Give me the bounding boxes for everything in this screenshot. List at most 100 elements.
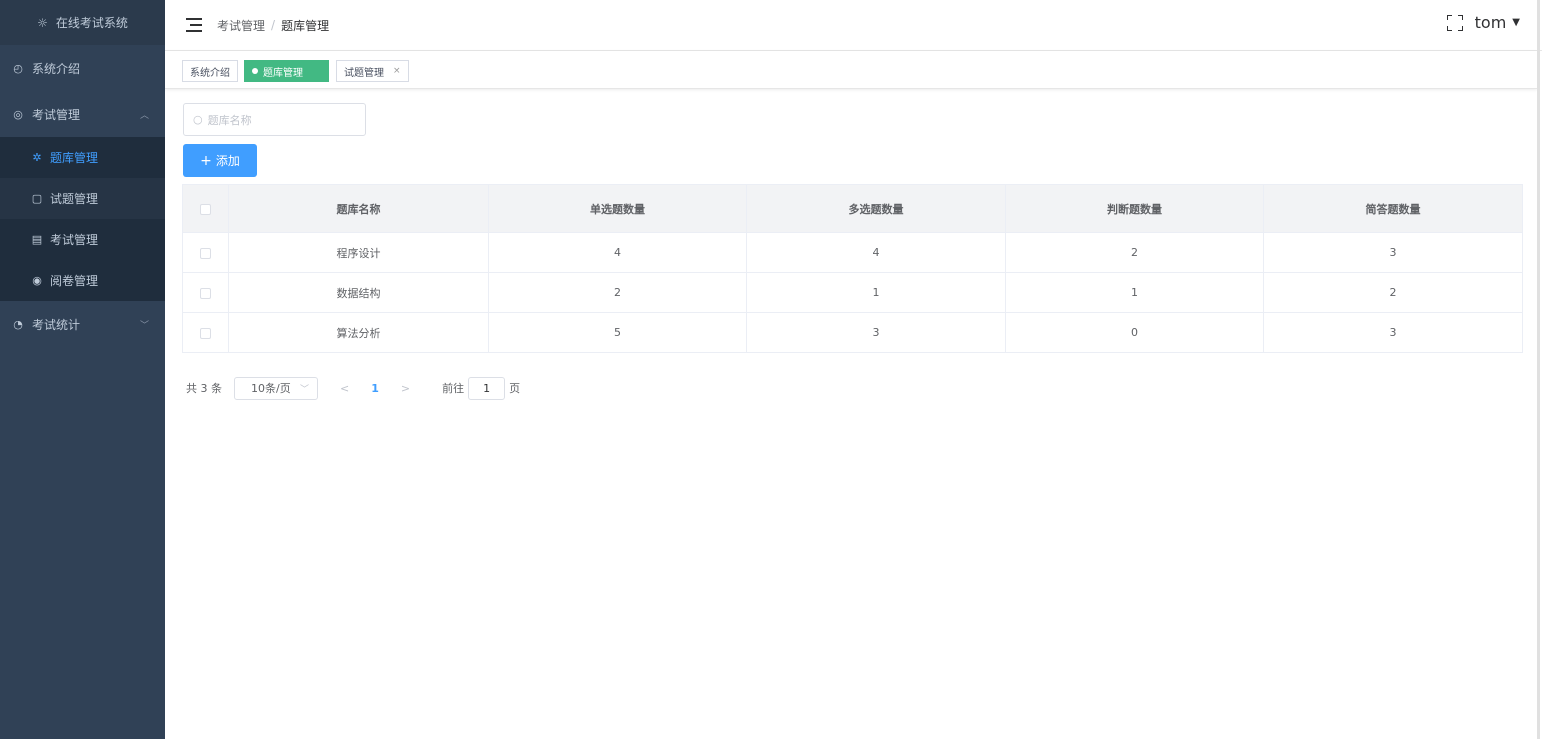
table-cell: 1 [1005,272,1264,313]
search-icon: ○ [193,113,203,126]
tag-question-management[interactable]: 试题管理 × [336,60,409,82]
sidebar-item-label: 系统介绍 [32,61,81,76]
user-menu[interactable]: tom [1475,13,1507,32]
sun-icon: ☼ [37,15,48,30]
tag-label: 题库管理 [263,67,303,79]
app-root: ☼ 在线考试系统 ◴ 系统介绍 ◎ 考试管理 ︿ ✲ 题库管理 ▢ 试题管理 ▤… [0,0,1542,739]
row-select-cell [182,232,229,273]
goto-page-value: 1 [483,381,491,395]
table-cell: 3 [1263,312,1523,353]
tag-system-intro[interactable]: 系统介绍 [182,60,238,82]
tag-label: 试题管理 [344,67,384,79]
sidebar-item-exam-management[interactable]: ◎ 考试管理 ︿ [0,91,165,137]
table-cell: 5 [488,312,747,353]
chevron-up-icon: ︿ [139,110,149,121]
tags-view: 系统介绍 题库管理 试题管理 × [165,51,1537,89]
goto-label: 前往 [442,382,465,395]
hamburger-menu-icon[interactable] [186,18,203,32]
sidebar: ☼ 在线考试系统 ◴ 系统介绍 ◎ 考试管理 ︿ ✲ 题库管理 ▢ 试题管理 ▤… [0,0,165,739]
top-navbar: 考试管理 / 题库管理 tom ▼ [165,0,1542,51]
main-content: ○ 题库名称 + 添加 题库名称 单选题数量 多选题数量 判断题数量 简答题数量 [165,89,1537,739]
breadcrumb-separator: / [271,18,276,32]
page-number-current[interactable]: 1 [371,382,379,395]
table-cell: 4 [746,232,1006,273]
row-checkbox[interactable] [200,247,211,259]
row-checkbox[interactable] [200,287,211,299]
question-bank-table: 题库名称 单选题数量 多选题数量 判断题数量 简答题数量 程序设计 4 4 2 … [182,184,1523,353]
sidebar-subitem-question-bank[interactable]: ✲ 题库管理 [0,137,165,178]
caret-down-icon[interactable]: ▼ [1512,17,1520,28]
breadcrumb: 考试管理 / 题库管理 [217,17,329,34]
sidebar-subitem-label: 考试管理 [50,233,99,247]
table-cell: 2 [1263,272,1523,313]
add-button[interactable]: + 添加 [183,144,257,177]
table-header-row: 题库名称 单选题数量 多选题数量 判断题数量 简答题数量 [182,184,1523,233]
header-right: tom ▼ [1446,13,1520,32]
row-select-cell [182,312,229,353]
table-cell: 2 [488,272,747,313]
select-all-checkbox[interactable] [200,203,211,215]
table-cell: 0 [1005,312,1264,353]
chevron-down-icon: ﹀ [299,384,309,395]
next-page-button[interactable]: > [401,382,410,395]
table-row[interactable]: 算法分析 5 3 0 3 [182,312,1523,353]
table-cell: 算法分析 [228,312,489,353]
fullscreen-icon[interactable] [1446,14,1464,32]
tablet-icon: ◎ [13,107,23,121]
sidebar-subitem-question-management[interactable]: ▢ 试题管理 [0,178,165,219]
sidebar-item-label: 考试统计 [32,317,81,332]
add-button-label: 添加 [215,154,240,168]
column-header: 单选题数量 [488,184,747,233]
system-title: 在线考试系统 [55,16,128,30]
breadcrumb-item[interactable]: 考试管理 [217,17,265,34]
breadcrumb-current: 题库管理 [281,18,330,33]
tag-question-bank[interactable]: 题库管理 [244,60,329,82]
document-icon: ▤ [31,233,43,246]
sidebar-subitem-exam-management[interactable]: ▤ 考试管理 [0,219,165,260]
exam-submenu: ✲ 题库管理 ▢ 试题管理 ▤ 考试管理 ◉ 阅卷管理 [0,137,165,301]
page-size-select[interactable]: 10条/页 ﹀ [234,376,318,400]
table-cell: 1 [746,272,1006,313]
goto-unit: 页 [509,382,521,395]
pagination: 共 3 条 10条/页 ﹀ < 1 > 前往 1 页 [186,376,520,400]
table-cell: 3 [746,312,1006,353]
goto-page-input[interactable]: 1 [468,376,506,400]
table-cell: 3 [1263,232,1523,273]
search-input[interactable]: ○ 题库名称 [183,103,366,136]
page-size-value: 10条/页 [251,382,291,395]
sidebar-subitem-label: 试题管理 [50,192,99,206]
table-cell: 数据结构 [228,272,489,313]
chevron-down-icon: ﹀ [139,320,149,331]
select-all-cell [182,184,229,233]
column-header: 多选题数量 [746,184,1006,233]
table-cell: 2 [1005,232,1264,273]
sidebar-subitem-label: 题库管理 [50,151,99,165]
active-dot-icon [252,68,258,74]
row-checkbox[interactable] [200,327,211,339]
table-cell: 4 [488,232,747,273]
column-header: 判断题数量 [1005,184,1264,233]
sidebar-item-label: 考试管理 [32,107,81,122]
sidebar-item-intro[interactable]: ◴ 系统介绍 [0,45,165,91]
edit-doc-icon: ▢ [31,192,43,205]
prev-page-button[interactable]: < [340,382,349,395]
eye-icon: ◉ [32,274,42,287]
plus-icon: + [200,152,212,169]
sidebar-subitem-grading[interactable]: ◉ 阅卷管理 [0,260,165,301]
sidebar-subitem-label: 阅卷管理 [50,274,99,288]
tag-label: 系统介绍 [190,67,230,79]
close-icon[interactable]: × [393,66,401,76]
column-header: 简答题数量 [1263,184,1523,233]
table-cell: 程序设计 [228,232,489,273]
sidebar-item-statistics[interactable]: ◔ 考试统计 ﹀ [0,301,165,347]
pie-chart-icon: ◔ [13,317,23,331]
table-row[interactable]: 程序设计 4 4 2 3 [182,232,1523,273]
pagination-total: 共 3 条 [186,382,222,395]
search-placeholder: 题库名称 [207,113,252,127]
column-header: 题库名称 [228,184,489,233]
table-row[interactable]: 数据结构 2 1 1 2 [182,272,1523,313]
question-bank-icon: ✲ [32,151,42,164]
row-select-cell [182,272,229,313]
vertical-scrollbar[interactable] [1537,0,1540,739]
sidebar-logo[interactable]: ☼ 在线考试系统 [0,0,165,45]
